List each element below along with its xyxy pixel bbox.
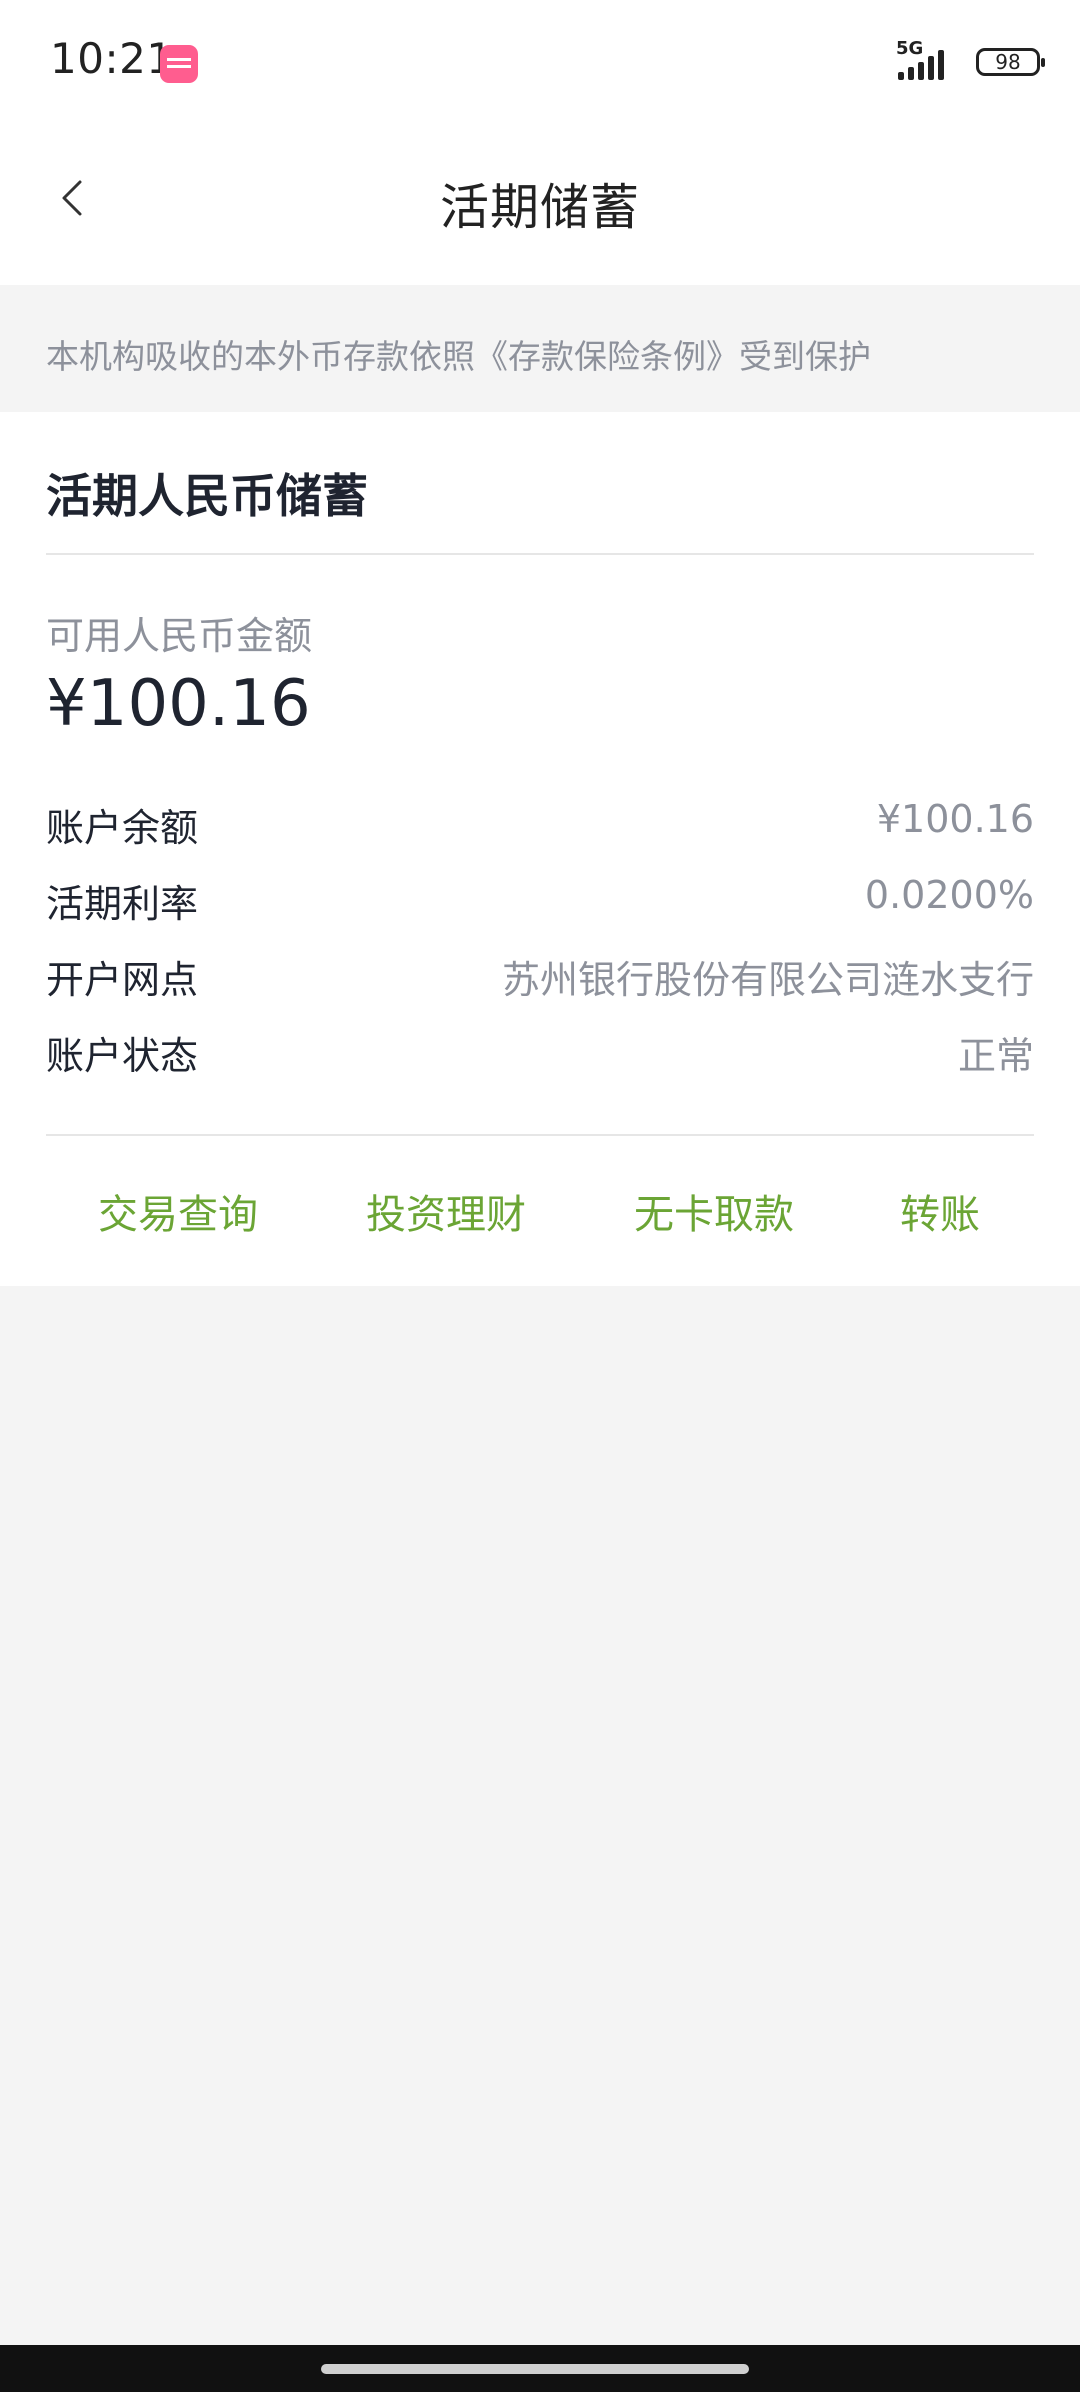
navigation-bar: 活期储蓄 bbox=[0, 128, 1080, 285]
info-value: 正常 bbox=[957, 1034, 1034, 1078]
account-card: 活期人民币储蓄 可用人民币金额 ¥100.16 账户余额 ¥100.16 活期利… bbox=[0, 412, 1080, 1286]
info-row-branch: 开户网点 苏州银行股份有限公司涟水支行 bbox=[46, 949, 1034, 1009]
info-value: ¥100.16 bbox=[876, 797, 1034, 841]
info-row-status: 账户状态 正常 bbox=[46, 1025, 1034, 1085]
available-balance-amount: ¥100.16 bbox=[46, 667, 311, 741]
transfer-button[interactable]: 转账 bbox=[820, 1182, 1060, 1240]
system-navigation-bar bbox=[0, 2345, 1080, 2392]
signal-icon: 5G bbox=[896, 38, 962, 84]
divider bbox=[46, 1134, 1034, 1136]
bilibili-notification-icon bbox=[160, 45, 198, 83]
battery-icon: 98 bbox=[976, 48, 1045, 76]
account-card-title: 活期人民币储蓄 bbox=[46, 469, 368, 523]
notice-text: 本机构吸收的本外币存款依照《存款保险条例》受到保护 bbox=[46, 337, 871, 376]
status-time: 10:21 bbox=[50, 34, 174, 83]
home-indicator[interactable] bbox=[321, 2364, 749, 2374]
cardless-withdrawal-button[interactable]: 无卡取款 bbox=[594, 1182, 834, 1240]
status-indicators: 5G 98 bbox=[896, 38, 1045, 84]
info-value: 0.0200% bbox=[864, 873, 1034, 917]
info-label: 账户状态 bbox=[46, 1034, 199, 1078]
info-row-interest-rate: 活期利率 0.0200% bbox=[46, 873, 1034, 933]
info-label: 账户余额 bbox=[46, 806, 199, 850]
info-value: 苏州银行股份有限公司涟水支行 bbox=[501, 958, 1034, 1002]
battery-level: 98 bbox=[995, 50, 1021, 74]
status-bar: 10:21 5G 98 bbox=[0, 0, 1080, 128]
transaction-query-button[interactable]: 交易查询 bbox=[58, 1182, 298, 1240]
investment-button[interactable]: 投资理财 bbox=[326, 1182, 566, 1240]
info-label: 开户网点 bbox=[46, 958, 199, 1002]
deposit-insurance-notice: 本机构吸收的本外币存款依照《存款保险条例》受到保护 bbox=[0, 285, 1080, 412]
divider bbox=[46, 553, 1034, 555]
page-title: 活期储蓄 bbox=[439, 179, 640, 236]
info-row-balance: 账户余额 ¥100.16 bbox=[46, 797, 1034, 857]
available-balance-label: 可用人民币金额 bbox=[46, 614, 313, 658]
info-label: 活期利率 bbox=[46, 882, 199, 926]
